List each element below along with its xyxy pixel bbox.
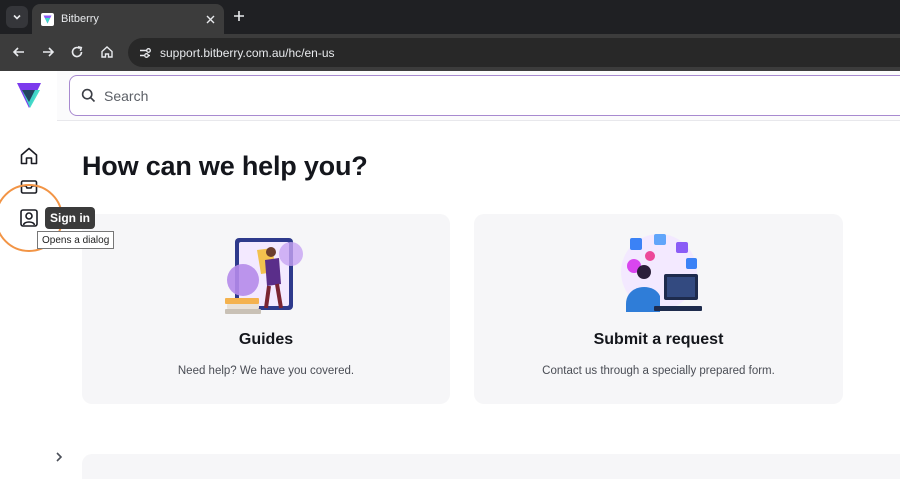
url-text: support.bitberry.com.au/hc/en-us [160,45,335,60]
close-icon [206,15,214,23]
header-divider [57,120,900,121]
search-input[interactable]: Search [69,75,900,116]
back-icon [12,47,24,57]
home-button[interactable] [97,42,117,62]
tab-close-button[interactable] [202,11,218,27]
tab-search-button[interactable] [6,6,28,28]
address-bar[interactable]: support.bitberry.com.au/hc/en-us [128,38,900,67]
sign-in-tooltip: Sign in [45,207,95,229]
new-tab-button[interactable] [230,7,248,25]
chevron-down-icon [13,14,21,20]
card-description: Contact us through a specially prepared … [542,365,775,377]
reload-button[interactable] [67,42,87,62]
search-placeholder: Search [104,87,149,104]
reload-icon [71,46,83,58]
help-center-page: Search How can we help you? Guides Need … [0,71,900,479]
guides-illustration [221,232,311,318]
forward-icon [43,47,55,57]
page-title: How can we help you? [82,151,368,181]
browser-toolbar: support.bitberry.com.au/hc/en-us [0,34,900,71]
guides-card[interactable]: Guides Need help? We have you covered. [82,214,450,404]
sidebar [0,71,63,479]
submit-request-illustration [614,232,704,318]
card-description: Need help? We have you covered. [177,365,355,377]
home-icon [101,46,113,58]
next-section-card [82,454,900,479]
card-title: Guides [238,331,294,348]
search-icon [80,88,96,104]
submit-request-card[interactable]: Submit a request Contact us through a sp… [474,214,843,404]
sidebar-expand-button[interactable] [48,444,70,470]
forward-button[interactable] [38,42,58,62]
chevron-right-icon [56,452,63,462]
site-info-button[interactable] [136,44,154,62]
bitberry-logo[interactable] [16,81,42,111]
browser-tab[interactable]: Bitberry [32,4,224,34]
bitberry-favicon-icon [40,12,54,26]
tab-title: Bitberry [61,13,99,25]
plus-icon [234,11,244,21]
site-info-icon [140,47,151,58]
back-button[interactable] [9,42,29,62]
dialog-hint-tooltip: Opens a dialog [37,231,115,249]
sidebar-item-home[interactable] [18,145,40,167]
browser-tab-bar: Bitberry [0,0,900,34]
card-title: Submit a request [593,331,724,348]
home-icon [20,147,38,165]
